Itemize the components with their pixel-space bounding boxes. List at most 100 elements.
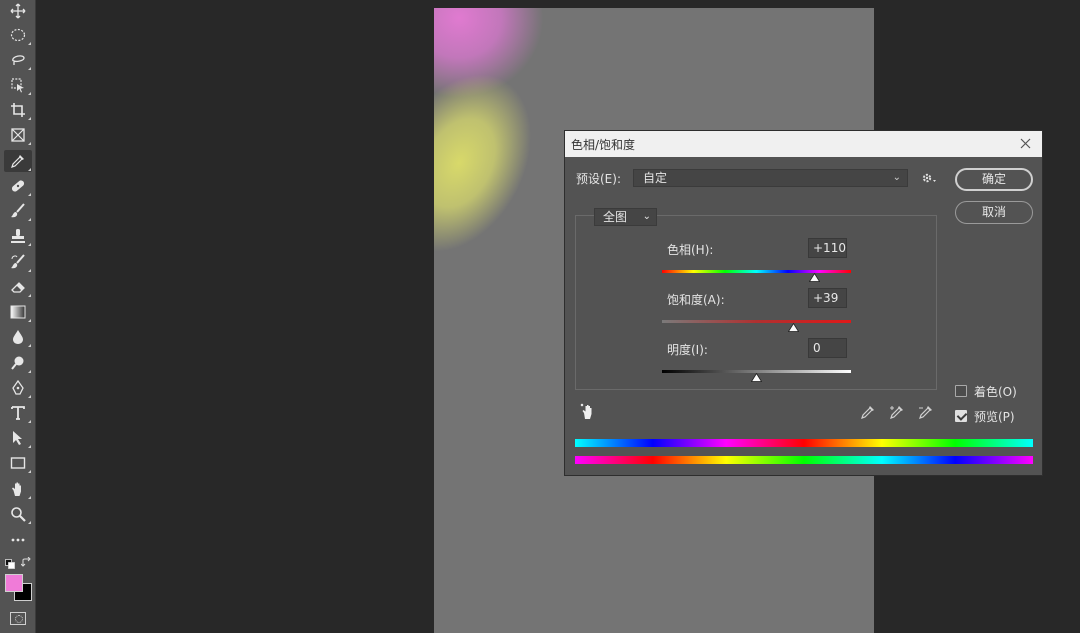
object-selection-icon [11, 78, 24, 93]
hand-icon [580, 403, 592, 419]
more-icon [11, 538, 25, 542]
tool-group-indicator [28, 420, 31, 423]
colorize-checkbox[interactable] [955, 385, 967, 397]
saturation-input[interactable]: +39 [808, 288, 847, 308]
dodge-tool[interactable] [4, 352, 32, 374]
targeted-adjustment-tool[interactable] [580, 403, 597, 420]
pen-tool[interactable] [4, 377, 32, 399]
chevron-down-icon: ⌄ [892, 172, 901, 183]
type-tool[interactable] [4, 402, 32, 424]
tool-group-indicator [28, 218, 31, 221]
preset-options-button[interactable] [921, 171, 939, 185]
preview-checkbox[interactable] [955, 410, 967, 422]
history-brush-tool[interactable] [4, 251, 32, 273]
eyedropper-tool[interactable] [4, 150, 32, 172]
brush-tool[interactable] [4, 200, 32, 222]
eraser-tool[interactable] [4, 276, 32, 298]
tool-group-indicator [28, 243, 31, 246]
stamp-icon [11, 229, 25, 243]
eyedropper-minus-icon [919, 406, 932, 419]
tool-group-indicator [28, 470, 31, 473]
move-tool[interactable] [4, 0, 32, 22]
move-icon [10, 3, 26, 19]
dialog-titlebar[interactable]: 色相/饱和度 [565, 131, 1042, 157]
tool-group-indicator [28, 42, 31, 45]
tool-group-indicator [28, 142, 31, 145]
blur-tool[interactable] [4, 326, 32, 348]
object-selection-tool[interactable] [4, 74, 32, 96]
hue-label: 色相(H): [667, 243, 714, 257]
crop-tool[interactable] [4, 99, 32, 121]
chevron-down-icon: ⌄ [642, 211, 651, 222]
cancel-button[interactable]: 取消 [955, 201, 1033, 224]
hand-tool[interactable] [4, 478, 32, 500]
swap-colors-icon[interactable] [20, 556, 32, 568]
input-color-bar [575, 439, 1033, 447]
colorize-label: 着色(O) [974, 385, 1017, 399]
channel-dropdown[interactable]: 全图 ⌄ [594, 208, 657, 226]
tool-group-indicator [28, 445, 31, 448]
ellipse-marquee-icon [10, 28, 26, 42]
tool-group-indicator [28, 168, 31, 171]
tool-group-indicator [28, 92, 31, 95]
clone-stamp-tool[interactable] [4, 225, 32, 247]
lasso-tool[interactable] [4, 49, 32, 71]
crop-icon [11, 103, 25, 117]
eyedropper-icon [861, 406, 874, 419]
ok-button[interactable]: 确定 [955, 168, 1033, 191]
rectangle-tool[interactable] [4, 452, 32, 474]
type-icon [11, 406, 25, 420]
adjustment-group [575, 215, 937, 390]
close-icon [1020, 138, 1030, 148]
default-colors-icon[interactable] [5, 558, 15, 569]
tool-group-indicator [28, 521, 31, 524]
add-to-sample-button[interactable] [889, 404, 905, 420]
preset-value: 自定 [643, 171, 668, 185]
foreground-color-swatch[interactable] [5, 574, 23, 592]
dialog-title: 色相/饱和度 [571, 137, 636, 152]
lightness-label: 明度(I): [667, 343, 708, 357]
tool-group-indicator [28, 67, 31, 70]
quick-mask-icon[interactable] [10, 612, 26, 625]
gradient-icon [10, 305, 26, 319]
saturation-slider-track[interactable] [662, 320, 851, 323]
hue-saturation-dialog: 色相/饱和度 预设(E): 自定 ⌄ 确定 取消 全图 ⌄ 色相(H): +11… [564, 130, 1043, 476]
lasso-icon [12, 55, 25, 65]
frame-tool[interactable] [4, 124, 32, 146]
dodge-icon [11, 356, 24, 370]
bandage-icon [11, 180, 25, 192]
output-color-bar [575, 456, 1033, 464]
lightness-input[interactable]: 0 [808, 338, 847, 358]
pen-icon [12, 380, 24, 395]
lightness-slider-thumb[interactable] [751, 373, 762, 382]
brush-icon [11, 203, 25, 218]
eyedropper-icon [11, 155, 24, 168]
hue-input[interactable]: +110 [808, 238, 847, 258]
yellow-glow [434, 48, 561, 278]
tool-group-indicator [28, 193, 31, 196]
edit-toolbar[interactable] [4, 529, 32, 551]
gradient-tool[interactable] [4, 301, 32, 323]
hue-slider-thumb[interactable] [808, 273, 820, 282]
hue-slider-track[interactable] [662, 270, 851, 273]
arrow-icon [13, 431, 22, 445]
saturation-slider-thumb[interactable] [787, 323, 799, 332]
elliptical-marquee-tool[interactable] [4, 24, 32, 46]
tool-group-indicator [28, 496, 31, 499]
frame-icon [11, 128, 25, 142]
gear-icon [922, 173, 936, 183]
eraser-icon [11, 282, 25, 293]
preset-dropdown[interactable]: 自定 ⌄ [633, 169, 908, 187]
subtract-from-sample-button[interactable] [918, 404, 934, 420]
healing-brush-tool[interactable] [4, 175, 32, 197]
zoom-icon [11, 507, 26, 522]
tool-group-indicator [28, 370, 31, 373]
tool-group-indicator [28, 117, 31, 120]
eyedropper-button[interactable] [860, 404, 876, 420]
path-selection-tool[interactable] [4, 427, 32, 449]
zoom-tool[interactable] [4, 503, 32, 525]
close-button[interactable] [1016, 134, 1034, 152]
drop-icon [13, 330, 23, 344]
preview-label: 预览(P) [974, 410, 1015, 424]
rectangle-icon [10, 457, 26, 469]
